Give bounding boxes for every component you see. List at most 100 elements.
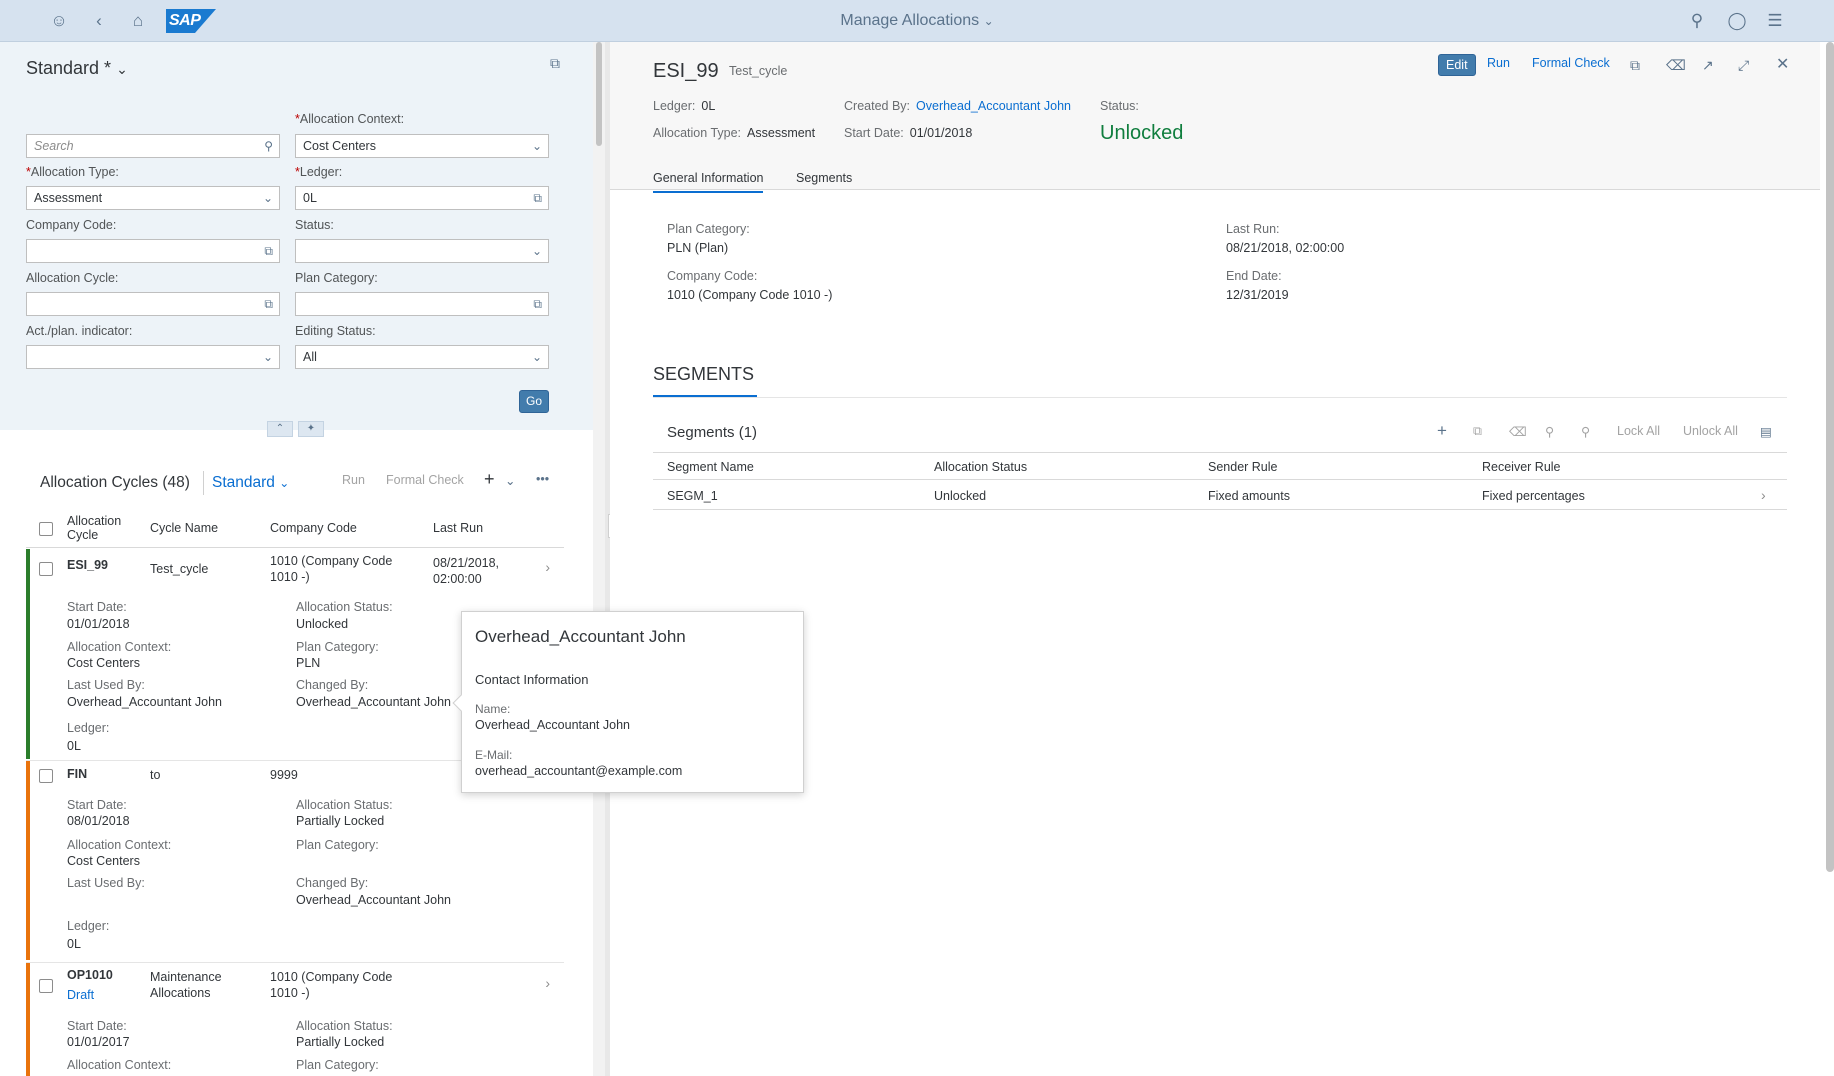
table-row[interactable]: OP1010 Draft Maintenance Allocations 101… [26, 962, 564, 1076]
delete-icon[interactable]: ⌫ [1666, 57, 1686, 74]
alloc-status-value: Unlocked [296, 617, 349, 631]
company-code-value: 1010 (Company Code 1010 -) [667, 288, 833, 302]
ledger-input[interactable]: 0L ⧉ [295, 186, 549, 210]
start-date-label: Start Date: [67, 600, 127, 614]
close-icon[interactable]: ✕ [1776, 54, 1789, 74]
copy-icon[interactable]: ⧉ [1473, 424, 1482, 439]
object-subtitle: Test_cycle [729, 64, 788, 78]
editing-status-select[interactable]: All ⌄ [295, 345, 549, 369]
notifications-icon[interactable]: ☰ [1764, 10, 1786, 32]
ledger-label: Ledger: [67, 919, 110, 933]
collapse-header-button[interactable]: ⌃ [267, 421, 293, 437]
cell-last-run: 08/21/2018, 02:00:00 [433, 556, 500, 586]
changed-by-link[interactable]: Overhead_Accountant John [296, 695, 451, 709]
status-value: Unlocked [1100, 122, 1184, 144]
start-date-value: 01/01/2018 [909, 126, 973, 140]
fullscreen-icon[interactable]: ⤢ [1738, 57, 1749, 74]
draft-link[interactable]: Draft [67, 987, 94, 1003]
formal-check-button[interactable]: Formal Check [1532, 56, 1610, 70]
col-sender-rule[interactable]: Sender Rule [1208, 460, 1278, 474]
search-input[interactable]: Search ⚲ [26, 134, 280, 158]
col-allocation-cycle[interactable]: Allocation Cycle [67, 514, 127, 542]
value-help-icon[interactable]: ⧉ [264, 293, 273, 315]
value-help-icon[interactable]: ⧉ [533, 187, 542, 209]
col-company-code[interactable]: Company Code [270, 521, 357, 535]
status-select[interactable]: ⌄ [295, 239, 549, 263]
shell-bar: ☺ ‹ ⌂ SAP Manage Allocations ⌄ ⚲ ◯ ☰ [0, 0, 1834, 42]
app-title-menu[interactable]: Manage Allocations ⌄ [0, 12, 1834, 30]
edit-button[interactable]: Edit [1438, 54, 1476, 76]
row-checkbox[interactable] [39, 979, 53, 993]
chevron-down-icon: ⌄ [279, 476, 290, 490]
search-icon[interactable]: ⚲ [1686, 10, 1708, 32]
copy-icon[interactable]: ⧉ [1630, 57, 1640, 74]
lock-all-button[interactable]: Lock All [1617, 424, 1660, 438]
allocation-type-select[interactable]: Assessment ⌄ [26, 186, 280, 210]
start-date-value: 01/01/2018 [67, 617, 130, 631]
add-icon[interactable]: + [484, 469, 495, 490]
chevron-down-icon[interactable]: ⌄ [505, 473, 515, 488]
detail-scrollbar[interactable] [1826, 42, 1834, 872]
col-receiver-rule[interactable]: Receiver Rule [1482, 460, 1561, 474]
row-checkbox[interactable] [39, 769, 53, 783]
segment-status: Unlocked [934, 489, 987, 503]
cell-cycle: ESI_99 [67, 558, 109, 572]
master-pane: Standard * ⌄ ⧉ Search⚲ Allocation Type: … [0, 42, 605, 1076]
start-date-label: Start Date: [67, 1019, 127, 1033]
lock-icon[interactable]: ⚲ [1545, 424, 1554, 439]
chevron-right-icon[interactable]: › [1761, 487, 1766, 503]
pin-icon: ✦ [306, 423, 316, 434]
go-button[interactable]: Go [519, 390, 549, 413]
col-cycle-name[interactable]: Cycle Name [150, 521, 218, 535]
col-allocation-status[interactable]: Allocation Status [934, 460, 1027, 474]
actplan-select[interactable]: ⌄ [26, 345, 280, 369]
chevron-down-icon: ⌄ [531, 244, 542, 258]
help-icon[interactable]: ◯ [1726, 10, 1748, 32]
object-title: ESI_99 [653, 60, 719, 82]
cell-name: Maintenance Allocations [150, 970, 222, 1000]
unlock-all-button[interactable]: Unlock All [1683, 424, 1738, 438]
plan-category-input[interactable]: ⧉ [295, 292, 549, 316]
share-icon[interactable]: ⧉ [550, 55, 560, 72]
col-last-run[interactable]: Last Run [433, 521, 483, 535]
ledger-label: Ledger: [67, 721, 110, 735]
contact-email-label: E-Mail: [475, 748, 513, 762]
master-scrollbar[interactable] [593, 42, 605, 1076]
table-row[interactable]: SEGM_1 Unlocked Fixed amounts Fixed perc… [653, 482, 1787, 510]
alloc-status-value: Partially Locked [296, 1035, 385, 1049]
last-used-link[interactable]: Overhead_Accountant John [67, 695, 222, 709]
unlock-icon[interactable]: ⚲ [1581, 424, 1590, 439]
scrollbar-thumb[interactable] [596, 42, 602, 146]
variant-selector[interactable]: Standard * ⌄ [26, 58, 128, 79]
more-icon[interactable]: ••• [536, 472, 549, 486]
formal-check-button[interactable]: Formal Check [386, 473, 464, 487]
tab-segments[interactable]: Segments [796, 171, 852, 185]
add-icon[interactable]: + [1437, 421, 1447, 441]
delete-icon[interactable]: ⌫ [1509, 424, 1527, 439]
chevron-right-icon[interactable]: › [545, 559, 550, 575]
search-icon[interactable]: ⚲ [264, 135, 273, 157]
select-all-checkbox[interactable] [39, 522, 53, 536]
chevron-up-icon: ⌃ [275, 423, 285, 434]
chevron-right-icon[interactable]: › [545, 975, 550, 991]
table-variant-selector[interactable]: Standard ⌄ [212, 474, 289, 492]
run-button[interactable]: Run [1487, 56, 1510, 70]
created-by-link[interactable]: Overhead_Accountant John [916, 99, 1071, 113]
row-checkbox[interactable] [39, 562, 53, 576]
variant-name: Standard * [26, 58, 112, 78]
allocation-context-select[interactable]: Cost Centers ⌄ [295, 134, 549, 158]
company-code-input[interactable]: ⧉ [26, 239, 280, 263]
company-code-label: Company Code: [26, 218, 117, 232]
tab-general-information[interactable]: General Information [653, 171, 764, 193]
col-segment-name[interactable]: Segment Name [667, 460, 754, 474]
status-label: Status: [295, 218, 334, 232]
run-button[interactable]: Run [342, 473, 365, 487]
allocation-cycle-input[interactable]: ⧉ [26, 292, 280, 316]
contact-email-link[interactable]: overhead_accountant@example.com [475, 764, 682, 778]
value-help-icon[interactable]: ⧉ [533, 293, 542, 315]
changed-by-link[interactable]: Overhead_Accountant John [296, 893, 451, 907]
pin-header-button[interactable]: ✦ [298, 421, 324, 437]
share-icon[interactable]: ↗ [1702, 57, 1714, 74]
value-help-icon[interactable]: ⧉ [264, 240, 273, 262]
export-icon[interactable]: ▤ [1760, 424, 1772, 439]
